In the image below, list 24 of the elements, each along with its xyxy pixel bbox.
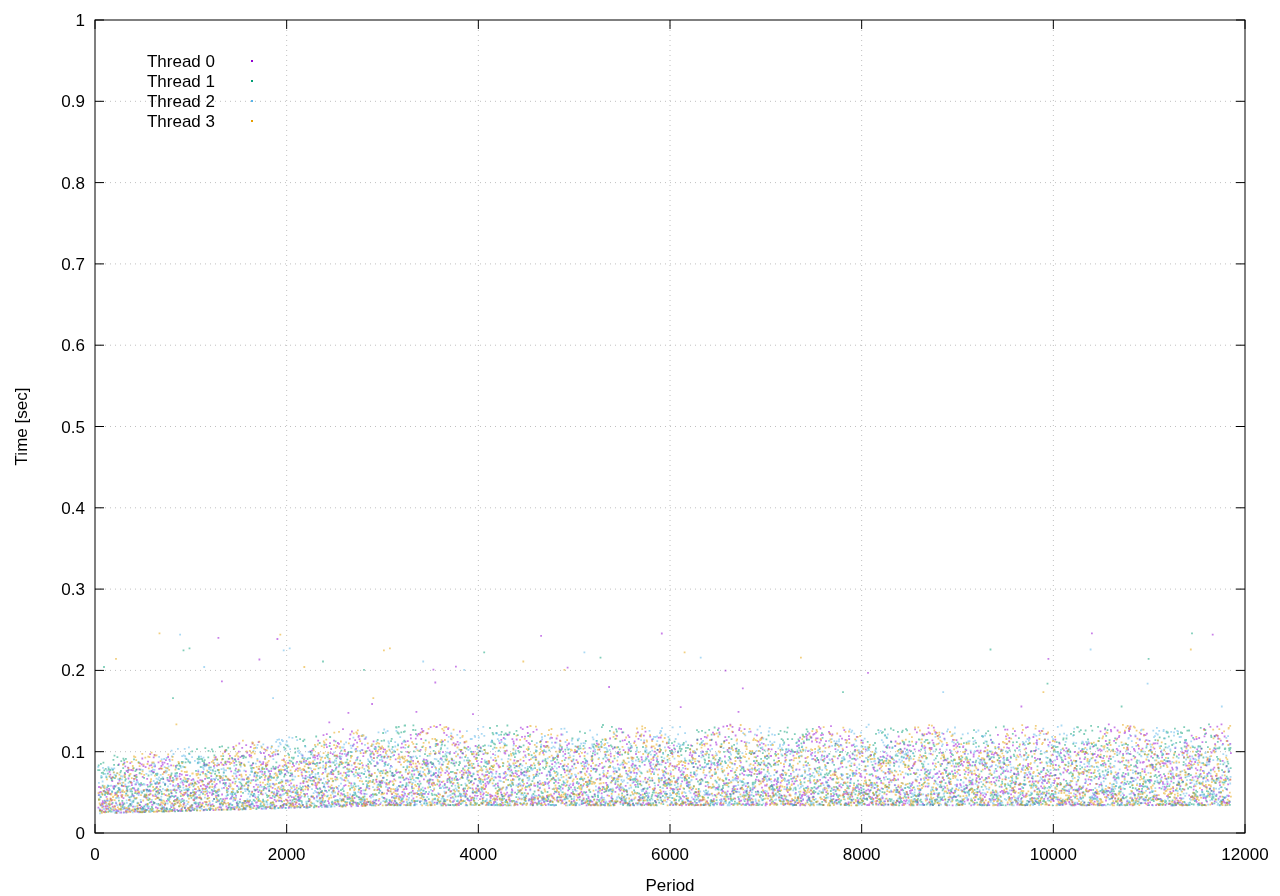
y-tick-label: 0.1: [61, 742, 85, 762]
y-tick-label: 0.3: [61, 580, 85, 600]
legend-label: Thread 3: [146, 112, 215, 131]
legend-label: Thread 2: [146, 92, 215, 111]
y-tick-label: 0.7: [61, 254, 85, 274]
x-tick-label: 4000: [459, 845, 498, 864]
x-tick-label: 12000: [1221, 845, 1269, 864]
x-axis-title: Period: [645, 876, 695, 895]
y-tick-label: 0.6: [61, 336, 85, 356]
x-tick-label: 0: [90, 845, 100, 864]
y-tick-label: 0.5: [61, 417, 85, 437]
y-tick-label: 0: [75, 824, 85, 843]
x-tick-label: 8000: [842, 845, 881, 864]
legend-label: Thread 1: [146, 72, 215, 91]
y-tick-label: 1: [75, 11, 85, 30]
y-tick-label: 0.9: [61, 92, 85, 112]
y-axis-title: Time [sec]: [12, 387, 31, 466]
y-tick-label: 0.8: [61, 173, 85, 193]
y-tick-label: 0.4: [61, 498, 85, 518]
x-tick-label: 6000: [651, 845, 689, 864]
x-tick-label: 10000: [1029, 845, 1077, 864]
legend-label: Thread 0: [146, 52, 215, 71]
x-tick-label: 2000: [267, 845, 306, 864]
y-tick-label: 0.2: [61, 661, 85, 681]
